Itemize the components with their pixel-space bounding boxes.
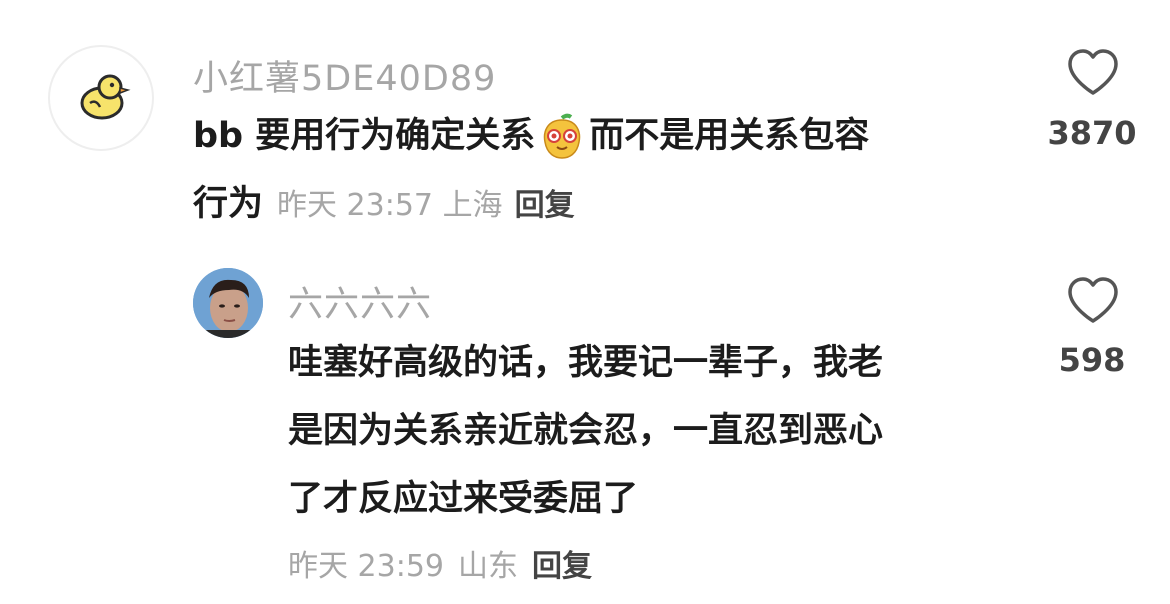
comment-text-line-3: 了才反应过来受委屈了: [288, 479, 639, 519]
comment-text-line-1: 哇塞好高级的话，我要记一辈子，我老: [288, 343, 884, 383]
comment-text: bb 要用行为确定关系 而不是用关系包容: [193, 102, 869, 170]
comment-location: 上海: [442, 188, 503, 223]
comment-meta: 昨天 23:57 上海 回复: [277, 188, 575, 223]
comment-time: 昨天 23:57: [277, 188, 434, 223]
heart-icon[interactable]: [1066, 276, 1120, 326]
comment-username[interactable]: 六六六六: [288, 276, 432, 327]
pear-face-emoji: [544, 113, 581, 159]
reply-button[interactable]: 回复: [515, 188, 575, 223]
like-count: 3870: [1047, 114, 1137, 152]
comment-username[interactable]: 小红薯5DE40D89: [193, 50, 496, 101]
heart-icon[interactable]: [1066, 48, 1120, 98]
comment-text-part-1: bb 要用行为确定关系: [193, 116, 536, 156]
user-avatar[interactable]: [48, 45, 154, 151]
comment-text-part-3: 行为: [193, 184, 264, 224]
comment-time: 昨天 23:59: [288, 549, 444, 584]
reply-button[interactable]: 回复: [532, 541, 592, 585]
like-count: 598: [1058, 341, 1126, 379]
comment-location: 山东: [458, 549, 518, 584]
comment-text-line-2: 是因为关系亲近就会忍，一直忍到恶心: [288, 411, 884, 451]
comment-text-line-2: 行为 昨天 23:57 上海 回复: [193, 170, 575, 240]
comment-text-part-2: 而不是用关系包容: [589, 116, 870, 156]
person-photo: [193, 268, 263, 338]
user-avatar[interactable]: [193, 268, 263, 338]
chick-icon: [80, 74, 131, 120]
comment-meta: 昨天 23:59 山东 回复: [288, 541, 592, 585]
